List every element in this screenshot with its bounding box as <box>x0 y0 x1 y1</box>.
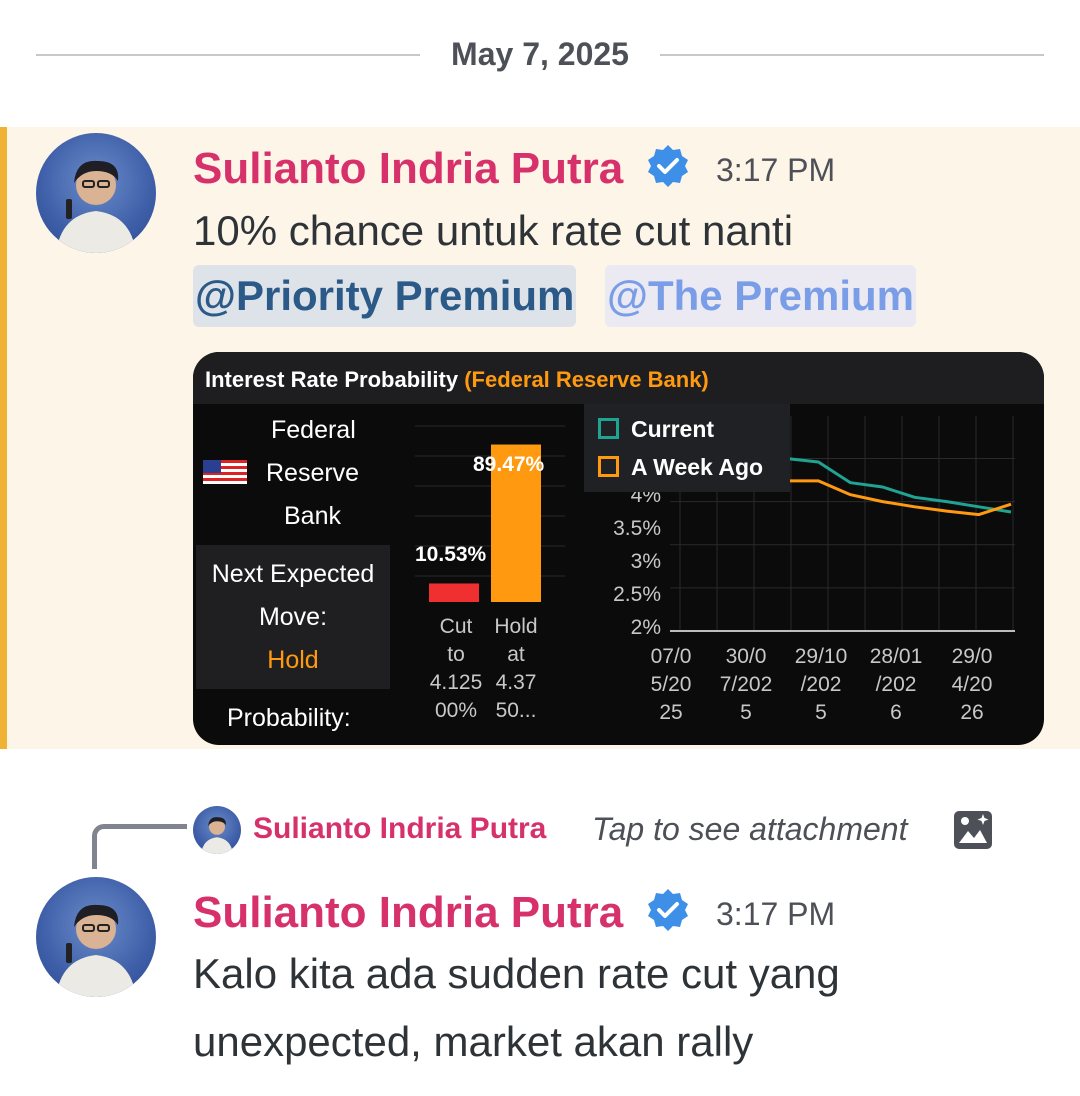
x-tick-line: /202 <box>800 673 842 696</box>
x-tick-line: 7/202 <box>719 673 773 696</box>
author-name[interactable]: Sulianto Indria Putra <box>193 888 623 938</box>
legend-swatch-week-ago <box>598 456 619 477</box>
x-tick-line: 6 <box>890 701 902 724</box>
x-tick: 29/10 /202 5 <box>786 643 856 727</box>
legend-week-ago: A Week Ago <box>598 454 763 481</box>
bar-category-cut-line: 4.125 <box>429 671 483 694</box>
bar-category-cut-line: 00% <box>434 699 478 722</box>
mention-highlight-bar <box>0 127 7 749</box>
chart-legend: Current A Week Ago <box>584 404 790 492</box>
y-tick: 2% <box>630 616 661 639</box>
bar-cut <box>429 583 479 602</box>
us-flag-icon <box>203 460 247 484</box>
x-tick: 28/01 /202 6 <box>861 643 931 727</box>
x-tick: 29/0 4/20 26 <box>937 643 1007 727</box>
legend-current: Current <box>598 416 714 443</box>
x-tick-line: 4/20 <box>951 673 993 696</box>
bar-category-cut-line: to <box>447 643 465 666</box>
avatar[interactable] <box>36 133 156 253</box>
message-timestamp: 3:17 PM <box>716 152 836 188</box>
avatar-photo <box>56 904 136 997</box>
verified-badge-icon <box>648 889 688 931</box>
bar-value-label-cut: 10.53% <box>415 543 487 567</box>
bar-category-hold-line: 50... <box>495 699 537 722</box>
mention-the-premium[interactable]: @The Premium <box>605 265 917 327</box>
x-tick-line: 25 <box>659 701 683 724</box>
author-name[interactable]: Sulianto Indria Putra <box>193 144 623 194</box>
bar-category-cut-line: Cut <box>439 615 473 638</box>
reply-author-name[interactable]: Sulianto Indria Putra <box>253 812 546 846</box>
attachment-title-main: Interest Rate Probability <box>205 367 459 392</box>
y-tick: 2.5% <box>613 583 661 606</box>
x-tick-line: 07/0 <box>650 645 692 668</box>
bar-category-hold: Hold at 4.37 50... <box>486 613 546 725</box>
avatar[interactable] <box>36 877 156 997</box>
image-attachment[interactable]: Interest Rate Probability (Federal Reser… <box>193 352 1044 745</box>
next-move-value: Hold <box>267 646 319 674</box>
next-move-box: Next Expected Move: Hold <box>196 545 390 689</box>
attachment-title-source: (Federal Reserve Bank) <box>464 367 709 392</box>
message-text: 10% chance untuk rate cut nanti <box>193 207 794 254</box>
message-text-line: Kalo kita ada sudden rate cut yang <box>193 950 840 997</box>
probability-bar-chart <box>415 425 565 602</box>
probability-label: Probability: <box>227 704 351 732</box>
mention-priority-premium[interactable]: @Priority Premium <box>193 265 577 327</box>
bar-value-label-hold: 89.47% <box>473 452 545 476</box>
x-tick-line: /202 <box>875 673 917 696</box>
reply-preview-text[interactable]: Tap to see attachment <box>592 811 907 848</box>
line-chart-y-axis: 4% 3.5% 3% 2.5% 2% <box>593 480 661 640</box>
legend-label-week-ago: A Week Ago <box>631 454 764 480</box>
x-tick-line: 5/20 <box>650 673 692 696</box>
x-tick-line: 28/01 <box>869 645 923 668</box>
avatar-photo <box>56 160 136 253</box>
x-tick-line: 26 <box>960 701 984 724</box>
divider-line-right <box>660 54 1044 56</box>
bank-line-1: Federal <box>271 416 356 444</box>
y-tick: 3.5% <box>613 517 661 540</box>
message-text-line: unexpected, market akan rally <box>193 1018 754 1065</box>
bank-line-3: Bank <box>284 502 341 530</box>
image-attachment-icon <box>954 811 992 849</box>
reply-avatar-photo <box>201 817 233 854</box>
reply-avatar[interactable] <box>193 806 241 854</box>
next-move-line-1: Next Expected <box>211 560 375 588</box>
x-tick-line: 30/0 <box>725 645 767 668</box>
next-move-line-2: Move: <box>258 603 328 631</box>
attachment-title: Interest Rate Probability (Federal Reser… <box>205 367 709 393</box>
bar-category-hold-line: at <box>507 643 525 666</box>
message-timestamp: 3:17 PM <box>716 896 836 932</box>
legend-label-current: Current <box>631 416 715 442</box>
x-tick-line: 29/10 <box>794 645 848 668</box>
x-tick-line: 29/0 <box>951 645 993 668</box>
x-tick-line: 5 <box>740 701 752 724</box>
x-tick: 07/0 5/20 25 <box>636 643 706 727</box>
reply-connector <box>92 824 187 869</box>
legend-swatch-current <box>598 418 619 439</box>
date-divider: May 7, 2025 <box>0 30 1080 82</box>
x-tick-line: 5 <box>815 701 827 724</box>
x-tick: 30/0 7/202 5 <box>711 643 781 727</box>
bar-category-hold-line: 4.37 <box>495 671 537 694</box>
attachment-header: Interest Rate Probability (Federal Reser… <box>193 352 1044 404</box>
verified-badge-icon <box>648 145 688 187</box>
bar-category-hold-line: Hold <box>494 615 538 638</box>
bar-category-cut: Cut to 4.125 00% <box>423 613 489 725</box>
bank-line-2: Reserve <box>266 459 360 487</box>
y-tick: 3% <box>630 550 661 573</box>
